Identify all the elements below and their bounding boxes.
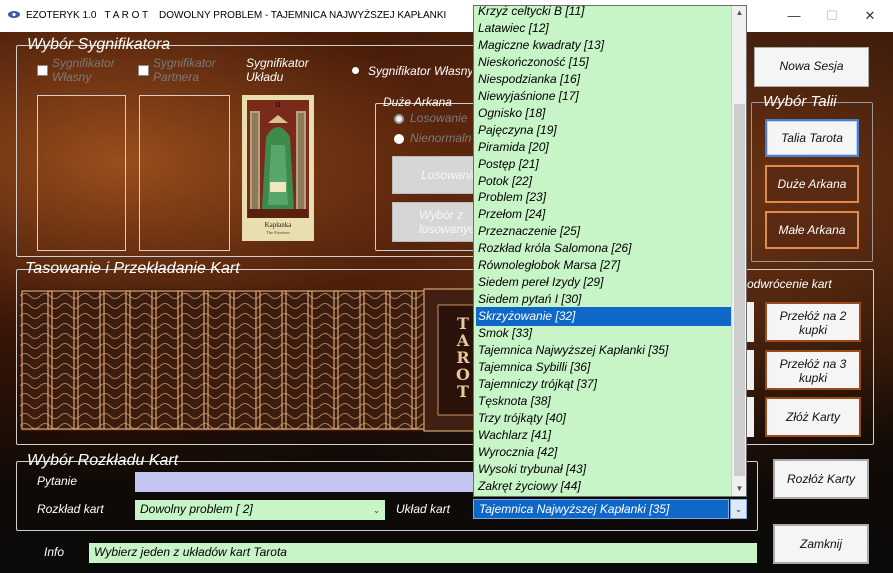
info-label: Info — [44, 545, 65, 559]
eye-icon — [8, 11, 20, 18]
minor-arcana-button[interactable]: Małe Arkana — [765, 211, 859, 249]
own-significator-option-label: Sygnifikator Własny — [368, 64, 472, 78]
significator-group-title: Wybór Sygnifikatora — [27, 36, 171, 53]
close-app-button[interactable]: Zamknij — [773, 524, 869, 564]
spread-layout-select[interactable]: Dowolny problem [ 2] — [135, 500, 385, 520]
card-back-stack — [20, 288, 501, 432]
spread-layout-value: Dowolny problem [ 2] — [140, 502, 253, 516]
arrangement-dropdown-list[interactable]: Krzyż celtycki B [11] Latawiec [12] Magicz… — [473, 5, 747, 497]
other-radio[interactable] — [394, 134, 404, 144]
maximize-button[interactable]: ☐ — [822, 8, 842, 24]
own-significator-radio[interactable] — [352, 67, 359, 74]
own-significator-checkbox[interactable] — [37, 65, 48, 76]
arrangement-label: Układ kart — [396, 502, 451, 516]
scroll-down-icon[interactable]: ▼ — [732, 484, 746, 493]
own-significator-card-slot — [37, 95, 126, 251]
random-radio[interactable] — [394, 114, 404, 124]
minimize-button[interactable]: — — [784, 8, 804, 23]
arrangement-select[interactable]: Tajemnica Najwyższej Kapłanki [35] — [473, 499, 729, 519]
own-significator-label: Sygnifikator Własny — [52, 56, 115, 84]
new-session-button[interactable]: Nowa Sesja — [754, 47, 869, 87]
arrangement-value: Tajemnica Najwyższej Kapłanki [35] — [479, 502, 670, 516]
card-numeral: II — [276, 102, 281, 109]
question-input[interactable] — [135, 472, 475, 492]
partner-significator-checkbox[interactable] — [138, 65, 149, 76]
spread-cards-button[interactable]: Rozłóż Karty — [773, 459, 869, 499]
partner-significator-label: Sygnifikator Partnera — [153, 56, 216, 84]
random-option-label: Losowanie — [410, 111, 468, 125]
merge-cards-button[interactable]: Złóż Karty — [765, 397, 861, 437]
draw-button[interactable]: Losowanie — [392, 156, 474, 194]
scrollbar-thumb[interactable] — [734, 104, 745, 476]
question-label: Pytanie — [37, 474, 78, 488]
card-title: Kapłanka — [264, 221, 292, 229]
card-backs — [20, 288, 501, 432]
tarot-deck-button[interactable]: Talia Tarota — [765, 119, 859, 157]
scroll-up-icon[interactable]: ▲ — [732, 8, 746, 17]
info-text: Wybierz jeden z układów kart Tarota — [89, 543, 757, 563]
major-arcana-button[interactable]: Duże Arkana — [765, 165, 859, 203]
dropdown-option[interactable]: Zakręt życiowy [44] — [476, 477, 732, 496]
priestess-card-image: II Kapłanka The Priestess — [242, 95, 314, 241]
chevron-down-icon[interactable]: ⌄ — [730, 499, 747, 519]
split-two-button[interactable]: Przełóż na 2 kupki — [765, 302, 861, 342]
major-arcana-title: Duże Arkana — [383, 95, 452, 109]
close-window-button[interactable]: ✕ — [860, 8, 880, 24]
title-bar: EZOTERYK 1.0 T A R O T DOWOLNY PROBLEM -… — [0, 0, 893, 32]
split-three-button[interactable]: Przełóż na 3 kupki — [765, 350, 861, 390]
partner-significator-card-slot — [139, 95, 230, 251]
dropdown-scrollbar[interactable]: ▲ ▼ — [731, 6, 746, 496]
priestess-card-artwork: II — [244, 97, 312, 239]
spread-group-title: Wybór Rozkładu Kart — [27, 452, 179, 469]
spread-layout-label: Rozkład kart — [37, 502, 104, 516]
other-option-label: Nienormalne — [410, 131, 472, 145]
card-subtitle: The Priestess — [266, 230, 290, 235]
chevron-down-icon[interactable]: ⌄ — [369, 501, 384, 519]
deck-group-title: Wybór Talii — [763, 93, 837, 110]
shuffle-group-title: Tasowanie i Przekładanie Kart — [25, 260, 240, 277]
reverse-cards-label: odwrócenie kart — [747, 277, 832, 291]
window-title: EZOTERYK 1.0 T A R O T DOWOLNY PROBLEM -… — [26, 10, 447, 21]
shuffled-deck[interactable]: T A R O T — [20, 281, 502, 433]
choose-drawn-button[interactable]: Wybór z losowanych — [392, 202, 474, 242]
layout-significator-label: Sygnifikator Układu — [246, 56, 309, 84]
